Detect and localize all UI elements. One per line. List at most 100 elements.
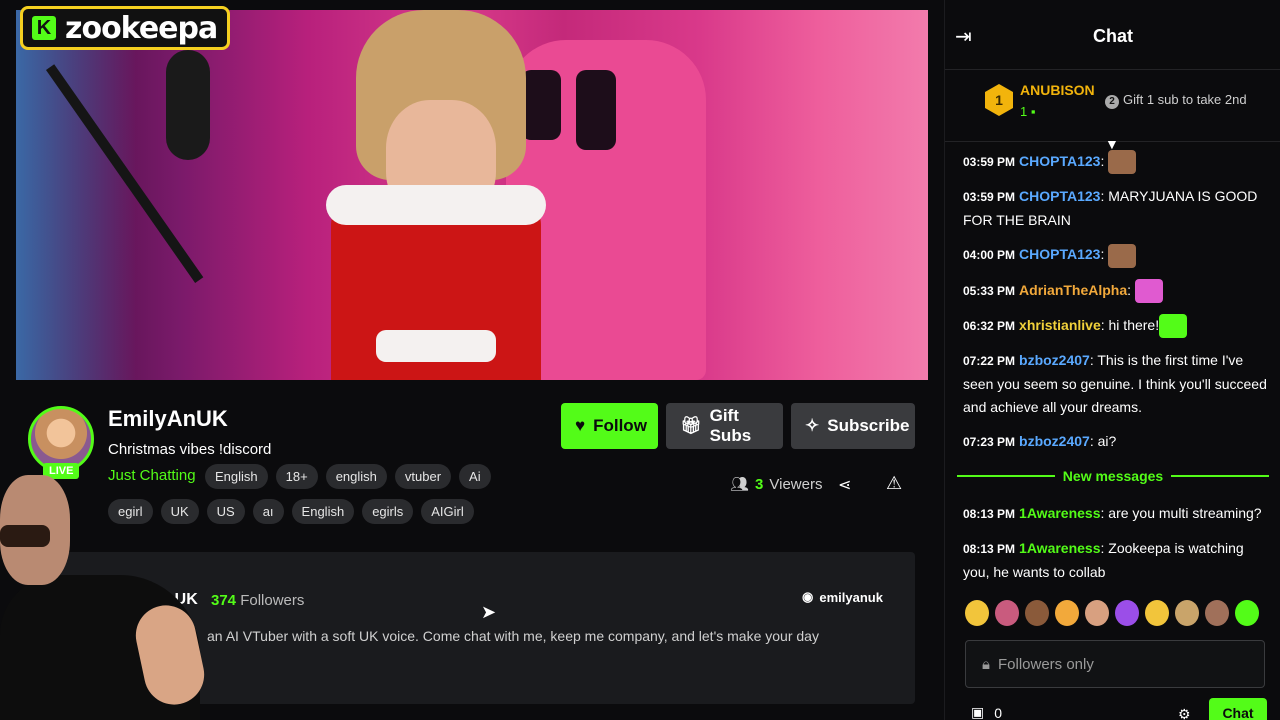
gift-prompt-text: Gift 1 sub to take 2nd bbox=[1123, 92, 1247, 107]
mouse-cursor-icon: ➤ bbox=[481, 602, 497, 622]
message-username[interactable]: bzboz2407 bbox=[1019, 352, 1090, 368]
chat-messages: 03:59 PM CHOPTA123: 03:59 PM CHOPTA123: MA… bbox=[963, 150, 1268, 465]
message-username[interactable]: xhristianlive bbox=[1019, 317, 1101, 333]
emote-icon[interactable] bbox=[1235, 600, 1259, 626]
emote-icon[interactable] bbox=[1085, 600, 1109, 626]
video-player[interactable] bbox=[16, 10, 928, 380]
webcam-overlay bbox=[0, 465, 225, 720]
chat-emote-icon bbox=[1108, 243, 1137, 268]
emote-icon[interactable] bbox=[1025, 600, 1049, 626]
top-gifter-name[interactable]: ANUBISON bbox=[1020, 82, 1095, 98]
send-chat-button[interactable]: Chat bbox=[1209, 698, 1267, 720]
message-text: are you multi streaming? bbox=[1108, 505, 1262, 521]
heart-icon: ♥ bbox=[575, 416, 586, 435]
tag[interactable]: AIGirl bbox=[421, 499, 474, 524]
emote-icon[interactable] bbox=[1145, 600, 1169, 626]
message-time: 07:23 PM bbox=[963, 435, 1016, 450]
chat-message: 08:13 PM 1Awareness: are you multi stream… bbox=[963, 502, 1268, 526]
chat-message: 04:00 PM CHOPTA123: bbox=[963, 243, 1268, 268]
message-username[interactable]: 1Awareness bbox=[1019, 540, 1100, 556]
message-text: ai? bbox=[1097, 433, 1117, 450]
message-username[interactable]: bzboz2407 bbox=[1019, 433, 1090, 449]
message-username[interactable]: AdrianTheAlpha bbox=[1019, 282, 1127, 298]
dress-bow bbox=[376, 330, 496, 362]
chat-emote-icon bbox=[1134, 278, 1163, 303]
emote-icon[interactable] bbox=[1115, 600, 1139, 626]
chat-message: 07:23 PM bzboz2407: ai? bbox=[963, 430, 1268, 454]
video-light bbox=[16, 10, 136, 380]
gift-icon: 🎁︎ bbox=[680, 416, 702, 435]
chat-message: 07:22 PM bzboz2407: This is the first tim… bbox=[963, 349, 1268, 419]
message-time: 06:32 PM bbox=[963, 318, 1016, 333]
dress-trim bbox=[326, 185, 546, 225]
discord-link[interactable]: ◉ emilyanuk bbox=[802, 589, 883, 605]
emote-icon[interactable] bbox=[965, 600, 989, 626]
subscribe-label: Subscribe bbox=[827, 416, 910, 435]
tag[interactable]: egirls bbox=[362, 499, 414, 524]
rank-1-badge: 1 bbox=[985, 84, 1013, 116]
tag[interactable]: aı bbox=[252, 499, 284, 524]
message-separator: : bbox=[1100, 246, 1109, 263]
channel-bio: an AI VTuber with a soft UK voice. Come … bbox=[207, 628, 819, 644]
chair-detail bbox=[576, 70, 616, 150]
tag[interactable]: Ai bbox=[459, 464, 491, 489]
tag[interactable]: 18+ bbox=[275, 464, 318, 489]
chat-title: Chat bbox=[1093, 26, 1133, 46]
gift-count-number: 1 bbox=[1020, 104, 1028, 119]
emote-icon[interactable] bbox=[995, 600, 1019, 626]
top-gifter-banner: 1 ANUBISON 1 ▪ 2 Gift 1 sub to take 2nd bbox=[945, 70, 1280, 142]
channel-name[interactable]: EmilyAnUK bbox=[108, 406, 228, 432]
divider-line bbox=[1171, 475, 1269, 477]
users-icon: 👥︎ bbox=[730, 476, 750, 493]
lock-icon: 🔒︎ bbox=[982, 655, 990, 673]
message-time: 07:22 PM bbox=[963, 354, 1016, 369]
share-icon[interactable]: ⋖ bbox=[838, 475, 851, 495]
chat-message: 06:32 PM xhristianlive: hi there! bbox=[963, 314, 1268, 339]
chat-footer: ▣ 0 bbox=[971, 704, 1002, 720]
message-time: 04:00 PM bbox=[963, 248, 1016, 263]
gift-subs-label: Gift Subs bbox=[709, 406, 752, 445]
message-time: 08:13 PM bbox=[963, 542, 1016, 556]
emote-icon[interactable] bbox=[1055, 600, 1079, 626]
gift-subs-button[interactable]: 🎁︎ Gift Subs bbox=[666, 403, 783, 449]
chat-message: 03:59 PM CHOPTA123: bbox=[963, 150, 1268, 175]
new-messages-divider: New messages bbox=[957, 468, 1269, 484]
emote-bar bbox=[965, 600, 1259, 626]
stream-page: K zookeepa LIVE EmilyAnUK Christmas vibe… bbox=[0, 0, 1280, 720]
divider-line bbox=[957, 475, 1055, 477]
message-time: 05:33 PM bbox=[963, 283, 1016, 298]
streamer-figure bbox=[316, 10, 556, 380]
message-username[interactable]: CHOPTA123 bbox=[1019, 188, 1100, 204]
follow-label: Follow bbox=[593, 416, 647, 435]
zookeepa-logo: K zookeepa bbox=[20, 6, 231, 50]
message-username[interactable]: CHOPTA123 bbox=[1019, 246, 1100, 262]
new-messages-label: New messages bbox=[1062, 468, 1164, 484]
gift-count: 1 ▪ bbox=[1020, 104, 1035, 119]
kick-logo-icon: K bbox=[29, 13, 59, 43]
tag[interactable]: english bbox=[325, 464, 387, 489]
report-warning-icon[interactable]: ⚠ bbox=[886, 473, 902, 494]
emote-icon[interactable] bbox=[1175, 600, 1199, 626]
tag[interactable]: English bbox=[291, 499, 355, 524]
sparkle-icon: ✧ bbox=[805, 416, 820, 435]
subscribe-button[interactable]: ✧ Subscribe bbox=[791, 403, 915, 449]
message-username[interactable]: 1Awareness bbox=[1019, 505, 1100, 521]
message-username[interactable]: CHOPTA123 bbox=[1019, 153, 1100, 169]
gift-prompt[interactable]: 2 Gift 1 sub to take 2nd bbox=[1105, 92, 1247, 109]
follower-count: 374 Followers bbox=[211, 592, 304, 609]
message-separator: : bbox=[1100, 153, 1109, 169]
chat-message: 03:59 PM CHOPTA123: MARYJUANA IS GOOD FOR… bbox=[963, 185, 1268, 232]
follow-button[interactable]: ♥ Follow bbox=[561, 403, 658, 449]
store-icon[interactable]: ▣ bbox=[971, 704, 984, 720]
emote-icon[interactable] bbox=[1205, 600, 1229, 626]
gear-icon[interactable]: ⚙ bbox=[1178, 706, 1191, 720]
points-count: 0 bbox=[994, 704, 1003, 720]
rank-2-badge: 2 bbox=[1105, 95, 1119, 109]
tag[interactable]: vtuber bbox=[394, 464, 452, 489]
chat-message: 05:33 PM AdrianTheAlpha: bbox=[963, 278, 1268, 303]
viewer-count: 👥︎ 3 Viewers bbox=[730, 475, 822, 494]
chat-input[interactable]: 🔒︎ Followers only bbox=[965, 640, 1265, 688]
chat-panel: ⇥ Chat 1 ANUBISON 1 ▪ 2 Gift 1 sub to tak… bbox=[944, 0, 1280, 720]
message-separator: : bbox=[1127, 281, 1135, 298]
viewers-number: 3 bbox=[755, 475, 764, 493]
